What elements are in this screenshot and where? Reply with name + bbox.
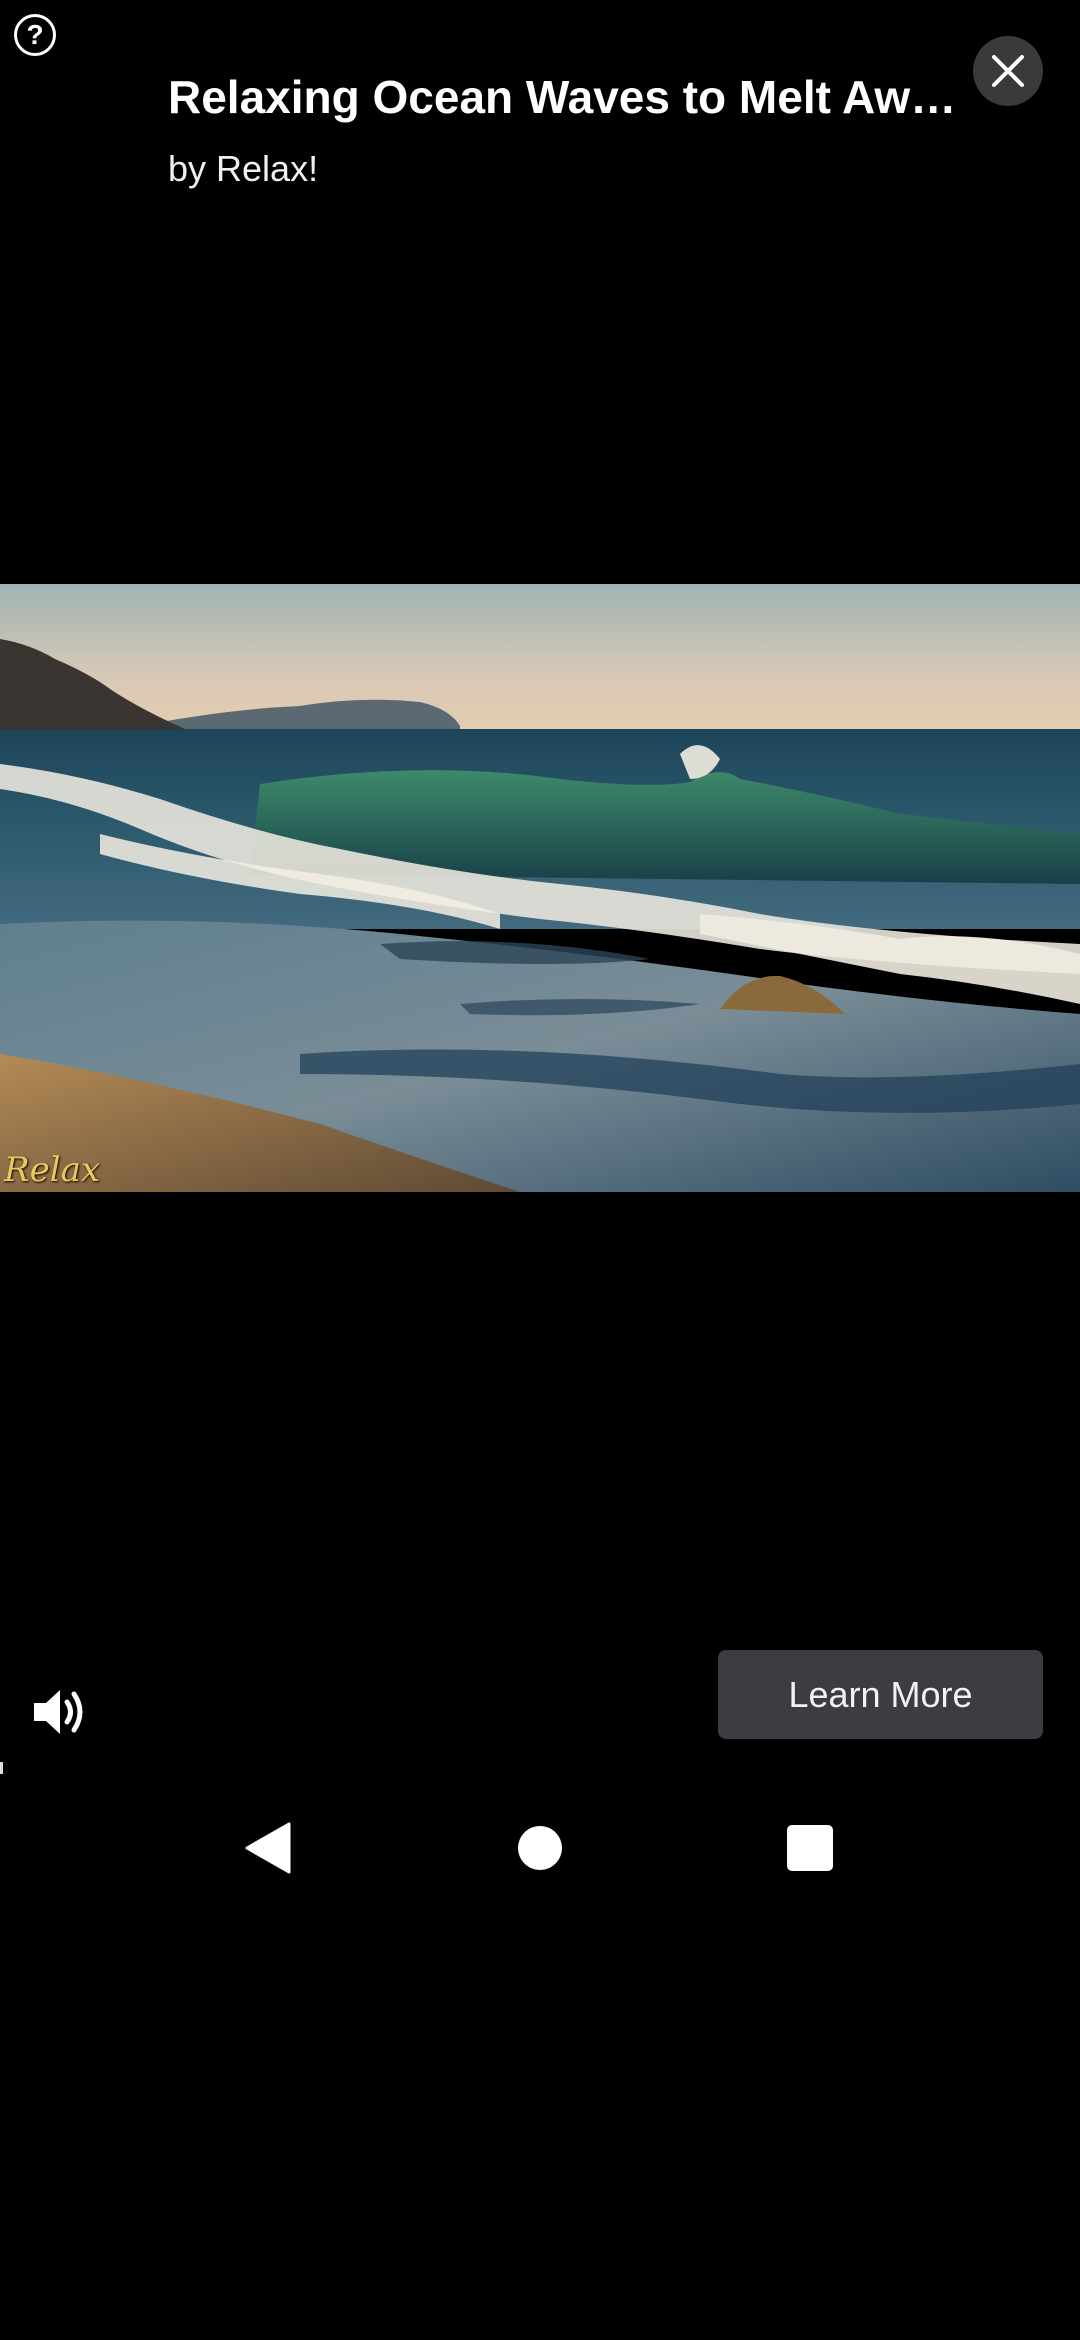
back-triangle-icon[interactable]: [243, 1822, 291, 1874]
close-icon: [992, 55, 1024, 87]
volume-button[interactable]: [28, 1680, 92, 1744]
volume-on-icon: [34, 1690, 83, 1734]
learn-more-label: Learn More: [788, 1673, 973, 1715]
recents-square-icon[interactable]: [787, 1825, 833, 1871]
help-glyph: ?: [26, 19, 44, 50]
ad-video[interactable]: Relax: [0, 584, 1080, 1192]
help-icon[interactable]: ?: [14, 14, 56, 56]
progress-indicator: [0, 1762, 3, 1774]
home-circle-icon[interactable]: [518, 1826, 562, 1870]
system-nav-bar: [0, 1800, 1080, 1896]
learn-more-button[interactable]: Learn More: [718, 1650, 1043, 1739]
ocean-waves-scene: [0, 584, 1080, 1192]
ad-title: Relaxing Ocean Waves to Melt Awa…: [168, 71, 968, 123]
ad-byline: by Relax!: [168, 148, 319, 189]
close-button[interactable]: [973, 36, 1043, 106]
video-watermark: Relax: [4, 1150, 101, 1190]
